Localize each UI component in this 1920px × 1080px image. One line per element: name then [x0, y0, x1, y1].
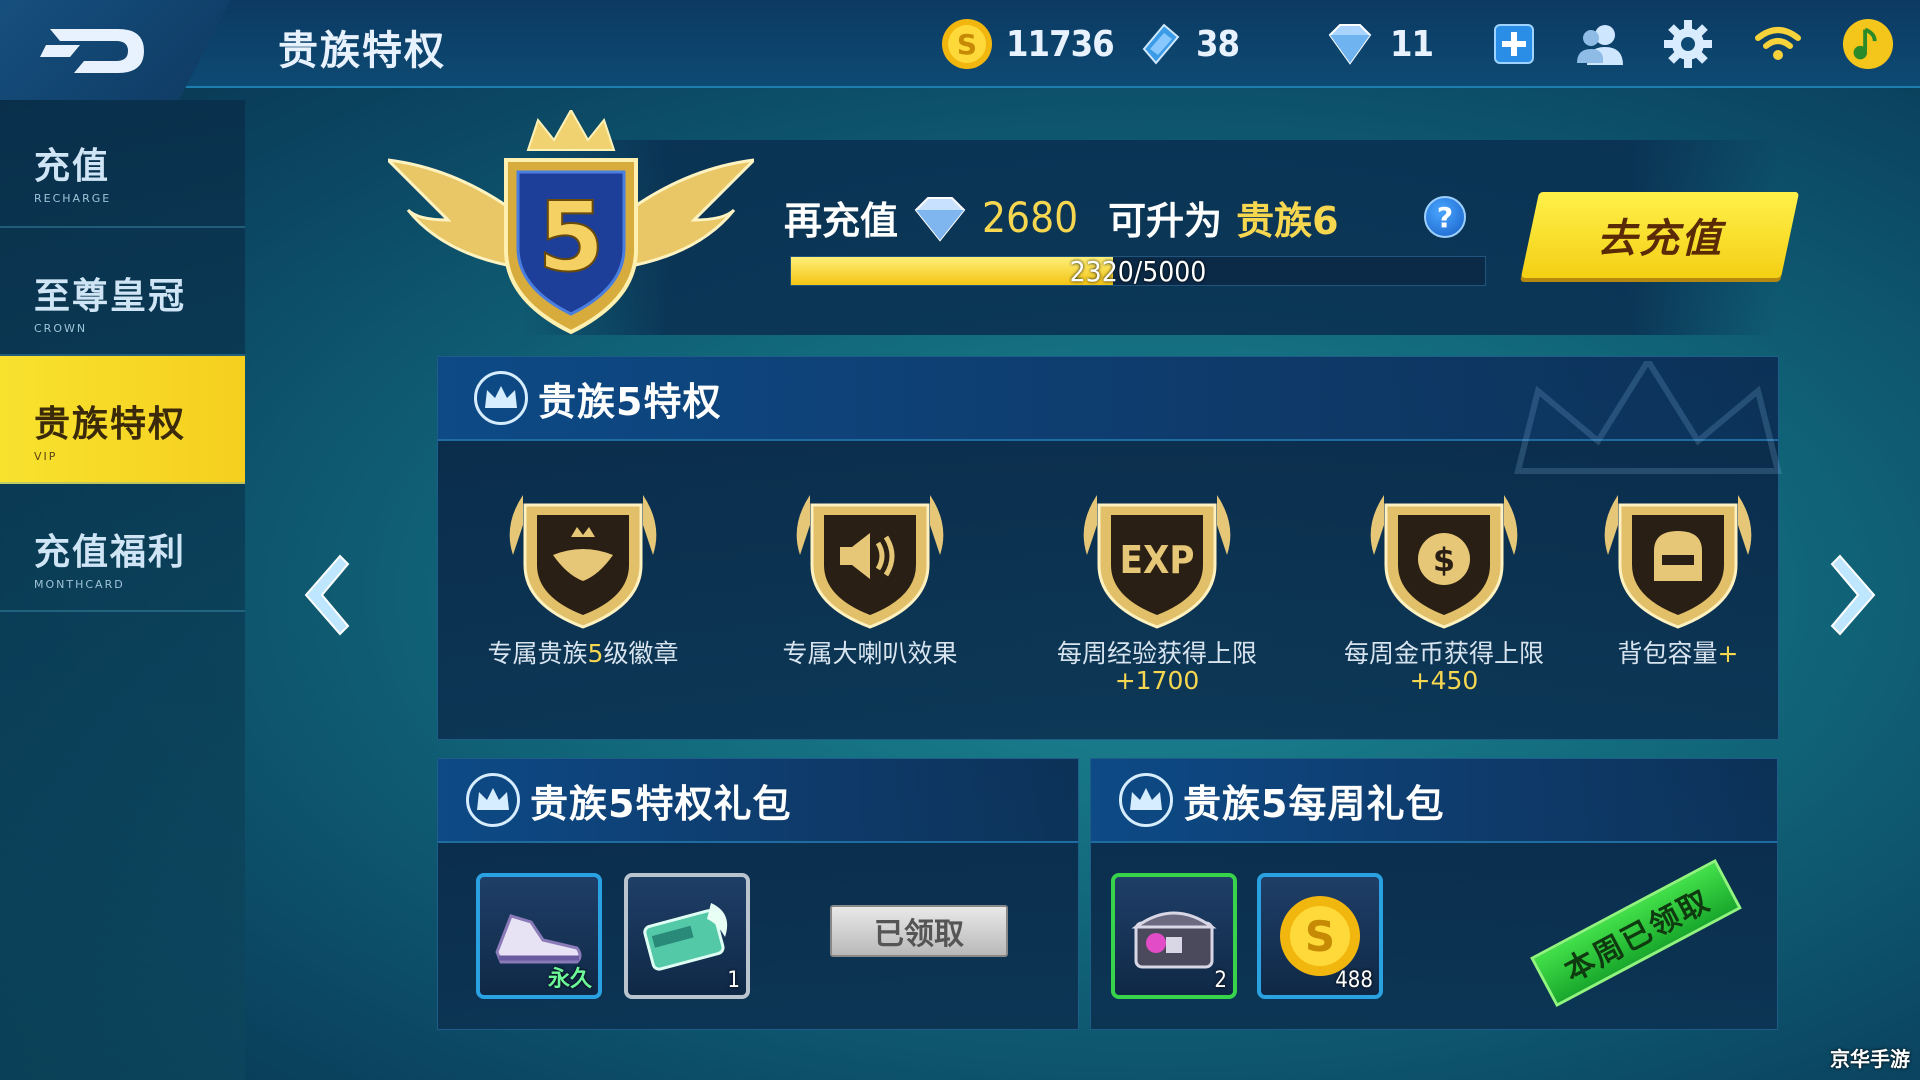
privilege-item[interactable]: 专属大喇叭效果 [765, 485, 975, 667]
recharge-label: 再充值 [784, 199, 899, 243]
claimed-button[interactable]: 已领取 [830, 905, 1008, 957]
diamond-icon [1328, 24, 1372, 65]
sidebar-item-sublabel: VIP [34, 450, 58, 463]
gem-value: 38 [1196, 23, 1240, 65]
page-title: 贵族特权 [278, 28, 446, 74]
sidebar-item-recharge[interactable]: 充值 RECHARGE [0, 100, 245, 228]
svg-text:S: S [1305, 912, 1335, 961]
diamond-icon [914, 196, 966, 242]
friends-icon [1577, 25, 1623, 65]
plus-icon [1494, 24, 1534, 64]
privileges-title: 贵族5特权 [538, 379, 722, 424]
recharge-amount: 2680 [982, 193, 1079, 242]
coin-counter: S 11736 [940, 14, 1115, 74]
svg-text:$: $ [1433, 541, 1455, 579]
gift-item[interactable]: S 488 [1257, 873, 1383, 999]
privilege-desc: 专属贵族5级徽章 [487, 639, 679, 668]
prev-arrow-button[interactable] [300, 552, 350, 638]
sidebar-item-label: 充值 [34, 146, 111, 187]
coin-dollar-icon: $ [1370, 495, 1518, 629]
backpack-icon [1604, 495, 1752, 629]
watermark: 京华手游 [1830, 1047, 1910, 1071]
sidebar-item-label: 贵族特权 [34, 404, 187, 445]
game-logo-icon [40, 29, 144, 73]
back-button[interactable] [0, 0, 230, 100]
privilege-item[interactable]: 背包容量+ [1588, 485, 1768, 667]
privilege-item[interactable]: EXP 每周经验获得上限+1700 [1052, 485, 1262, 694]
privilege-item[interactable]: $ 每周金币获得上限+450 [1339, 485, 1549, 694]
crown-icon [1119, 773, 1173, 827]
permanent-badge: 永久 [547, 967, 592, 992]
coin-value: 11736 [1006, 23, 1115, 65]
diamond-counter: 11 [1322, 14, 1434, 74]
sidebar: 充值 RECHARGE 至尊皇冠 CROWN 贵族特权 VIP 充值福利 MON… [0, 100, 245, 1080]
weekly-gift-header: 贵族5每周礼包 [1091, 759, 1777, 843]
crown-icon [474, 371, 528, 425]
sidebar-item-crown[interactable]: 至尊皇冠 CROWN [0, 228, 245, 356]
privilege-item[interactable]: 专属贵族5级徽章 [478, 485, 688, 667]
vip-gift-panel: 贵族5特权礼包 永久 1 已领取 [437, 758, 1079, 1030]
sidebar-item-sublabel: RECHARGE [34, 192, 112, 205]
gold-coin-icon: S [942, 19, 992, 69]
svg-text:EXP: EXP [1120, 538, 1195, 582]
sidebar-item-label: 至尊皇冠 [34, 276, 187, 317]
treasure-chest-icon [1131, 911, 1217, 969]
privilege-desc: 每周经验获得上限+1700 [1056, 639, 1257, 695]
friends-button[interactable] [1574, 18, 1626, 70]
exp-icon: EXP [1083, 495, 1231, 629]
wifi-status [1752, 18, 1804, 70]
sidebar-item-sublabel: MONTHCARD [34, 578, 125, 591]
recharge-info: 再充值 2680 可升为 贵族6 [784, 190, 1339, 245]
vip-level-number: 5 [538, 181, 605, 293]
item-count: 2 [1214, 968, 1227, 993]
diamond-value: 11 [1390, 23, 1434, 65]
gift-item[interactable]: 永久 [476, 873, 602, 999]
speaker-icon [796, 495, 944, 629]
privilege-desc: 专属大喇叭效果 [782, 639, 958, 668]
add-currency-button[interactable] [1488, 18, 1540, 70]
top-bar: 贵族特权 S 11736 38 11 [0, 0, 1920, 100]
vip-progress-bar: 2320/5000 [790, 255, 1486, 288]
rename-card-icon [643, 903, 728, 971]
privileges-panel: 贵族5特权 专属贵族5级徽章 专属大喇叭效果 EXP 每周经验获得上限+1700… [437, 356, 1782, 741]
next-arrow-button[interactable] [1830, 552, 1880, 638]
music-note-icon [1842, 18, 1894, 70]
upgrade-label: 可升为 [1108, 199, 1223, 243]
privileges-list: 专属贵族5级徽章 专属大喇叭效果 EXP 每周经验获得上限+1700 $ 每周金… [438, 441, 1780, 741]
gift-item[interactable]: 2 [1111, 873, 1237, 999]
blue-gem-icon [1142, 23, 1180, 65]
winged-emblem-icon [509, 495, 657, 629]
weekly-claimed-stamp: 本周已领取 [1530, 858, 1742, 1008]
progress-text: 2320/5000 [1069, 255, 1207, 288]
music-button[interactable] [1842, 18, 1894, 70]
gem-counter: 38 [1134, 14, 1240, 74]
crown-icon [466, 773, 520, 827]
sidebar-item-label: 充值福利 [34, 532, 187, 573]
weekly-gift-title: 贵族5每周礼包 [1183, 781, 1445, 826]
wifi-icon [1755, 27, 1801, 60]
gear-icon [1664, 20, 1712, 68]
settings-button[interactable] [1662, 18, 1714, 70]
sidebar-item-sublabel: CROWN [34, 322, 88, 335]
privilege-desc: 每周金币获得上限+450 [1343, 639, 1544, 695]
weekly-gift-panel: 贵族5每周礼包 2 S 488 本周已领取 [1090, 758, 1778, 1030]
privilege-desc: 背包容量+ [1617, 639, 1739, 668]
vip-gift-header: 贵族5特权礼包 [438, 759, 1078, 843]
sidebar-item-vip[interactable]: 贵族特权 VIP [0, 356, 245, 484]
help-button[interactable]: ? [1424, 196, 1466, 238]
next-vip-level: 贵族6 [1236, 199, 1339, 243]
svg-text:S: S [957, 28, 977, 61]
sidebar-item-monthcard[interactable]: 充值福利 MONTHCARD [0, 484, 245, 612]
vip-gift-title: 贵族5特权礼包 [530, 781, 792, 826]
go-recharge-label: 去充值 [1597, 216, 1723, 262]
gift-item[interactable]: 1 [624, 873, 750, 999]
item-count: 1 [727, 968, 740, 993]
item-count: 488 [1335, 968, 1373, 993]
vip-level-badge-icon: 5 [388, 110, 754, 335]
go-recharge-button[interactable]: 去充值 [1520, 192, 1800, 278]
